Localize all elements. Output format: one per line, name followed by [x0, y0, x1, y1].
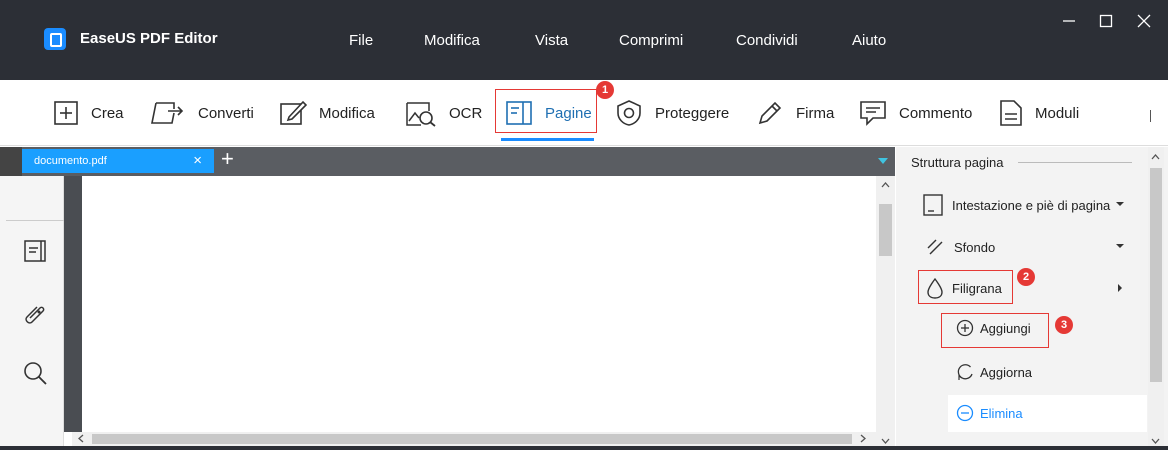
- toolbar-proteggere-label: Proteggere: [655, 104, 730, 122]
- background-dropdown-icon[interactable]: [1116, 244, 1124, 248]
- scroll-right-icon[interactable]: [860, 434, 866, 445]
- document-tab-label: documento.pdf: [34, 155, 107, 167]
- toolbar-converti-label: Converti: [198, 104, 254, 122]
- plus-square-icon: [54, 101, 78, 125]
- menu-comprimi[interactable]: Comprimi: [619, 32, 683, 49]
- tab-list-dropdown-icon[interactable]: [878, 158, 888, 164]
- toolbar-moduli-label: Moduli: [1035, 104, 1080, 122]
- app-logo-icon: [44, 28, 66, 50]
- form-icon: [1000, 100, 1022, 126]
- document-vertical-scroll-thumb[interactable]: [879, 204, 892, 256]
- background-label: Sfondo: [954, 239, 996, 255]
- panel-scroll-down-icon[interactable]: [1151, 436, 1160, 446]
- toolbar-firma[interactable]: Firma: [756, 80, 834, 146]
- scroll-up-icon[interactable]: [881, 180, 890, 190]
- header-footer-dropdown-icon[interactable]: [1116, 202, 1124, 206]
- app-title: EaseUS PDF Editor: [80, 30, 218, 47]
- shield-icon: [617, 100, 641, 126]
- menu-file[interactable]: File: [349, 32, 373, 49]
- toolbar-converti[interactable]: Converti: [150, 80, 254, 146]
- toolbar-modifica[interactable]: Modifica: [279, 80, 375, 146]
- pen-icon: [758, 101, 782, 125]
- window-bottom-border: [0, 446, 1168, 450]
- menu-modifica[interactable]: Modifica: [424, 32, 480, 49]
- panel-scroll-thumb[interactable]: [1150, 168, 1162, 382]
- maximize-button[interactable]: [1096, 14, 1116, 34]
- search-icon[interactable]: [22, 360, 48, 391]
- highlight-box-pagine: [495, 89, 597, 133]
- toolbar-ocr-label: OCR: [449, 104, 483, 122]
- remove-circle-icon: [956, 404, 974, 422]
- header-footer-item[interactable]: Intestazione e piè di pagina: [922, 193, 1110, 217]
- highlight-box-filigrana: [918, 270, 1013, 304]
- convert-icon: [151, 102, 184, 124]
- refresh-icon: [957, 364, 973, 380]
- toolbar-moduli[interactable]: Moduli: [999, 80, 1079, 146]
- update-watermark-label: Aggiorna: [980, 364, 1033, 380]
- header-footer-label: Intestazione e piè di pagina: [952, 197, 1111, 213]
- panel-scroll-up-icon[interactable]: [1151, 152, 1160, 162]
- step-badge-1: 1: [596, 81, 614, 99]
- scroll-down-icon[interactable]: [881, 436, 890, 446]
- ocr-icon: [406, 102, 436, 127]
- pdf-page[interactable]: [82, 176, 876, 432]
- menu-aiuto[interactable]: Aiuto: [852, 32, 886, 49]
- toolbar-crea-label: Crea: [91, 104, 124, 122]
- attachment-icon[interactable]: [22, 300, 48, 331]
- step-badge-3: 3: [1055, 316, 1073, 334]
- comment-icon: [860, 101, 886, 126]
- header-footer-icon: [923, 194, 943, 216]
- left-rail-divider: [6, 220, 64, 221]
- background-icon: [927, 239, 943, 255]
- edit-pen-icon: [280, 100, 307, 125]
- close-tab-icon[interactable]: ×: [193, 149, 202, 173]
- document-horizontal-scroll-thumb[interactable]: [92, 434, 852, 444]
- toolbar-crea[interactable]: Crea: [53, 80, 124, 146]
- tab-strip-left: [0, 147, 22, 176]
- toolbar-modifica-label: Modifica: [319, 104, 375, 122]
- panel-title-rule: [1018, 162, 1132, 163]
- minimize-button[interactable]: [1059, 14, 1079, 34]
- thumbnails-icon[interactable]: [22, 238, 48, 269]
- close-window-button[interactable]: [1134, 14, 1154, 34]
- title-bar: EaseUS PDF Editor File Modifica Vista Co…: [0, 0, 1168, 80]
- toolbar-commento[interactable]: Commento: [859, 80, 972, 146]
- toolbar-firma-label: Firma: [796, 104, 835, 122]
- background-item[interactable]: Sfondo: [926, 238, 995, 256]
- document-tab[interactable]: documento.pdf ×: [22, 149, 214, 173]
- delete-watermark-label: Elimina: [980, 405, 1023, 421]
- delete-watermark-item[interactable]: Elimina: [956, 404, 1023, 422]
- menu-condividi[interactable]: Condividi: [736, 32, 798, 49]
- active-tab-indicator: [501, 138, 594, 141]
- scroll-left-icon[interactable]: [78, 434, 84, 445]
- add-tab-button[interactable]: +: [221, 146, 234, 172]
- highlight-box-aggiungi: [941, 313, 1049, 348]
- toolbar-ocr[interactable]: OCR: [405, 80, 482, 146]
- watermark-expand-icon[interactable]: [1118, 284, 1122, 292]
- step-badge-2: 2: [1017, 268, 1035, 286]
- toolbar-commento-label: Commento: [899, 104, 973, 122]
- update-watermark-item[interactable]: Aggiorna: [956, 362, 1032, 382]
- toolbar-edge: [1150, 110, 1151, 122]
- panel-title: Struttura pagina: [911, 155, 1004, 170]
- toolbar-proteggere[interactable]: Proteggere: [615, 80, 729, 146]
- menu-vista[interactable]: Vista: [535, 32, 568, 49]
